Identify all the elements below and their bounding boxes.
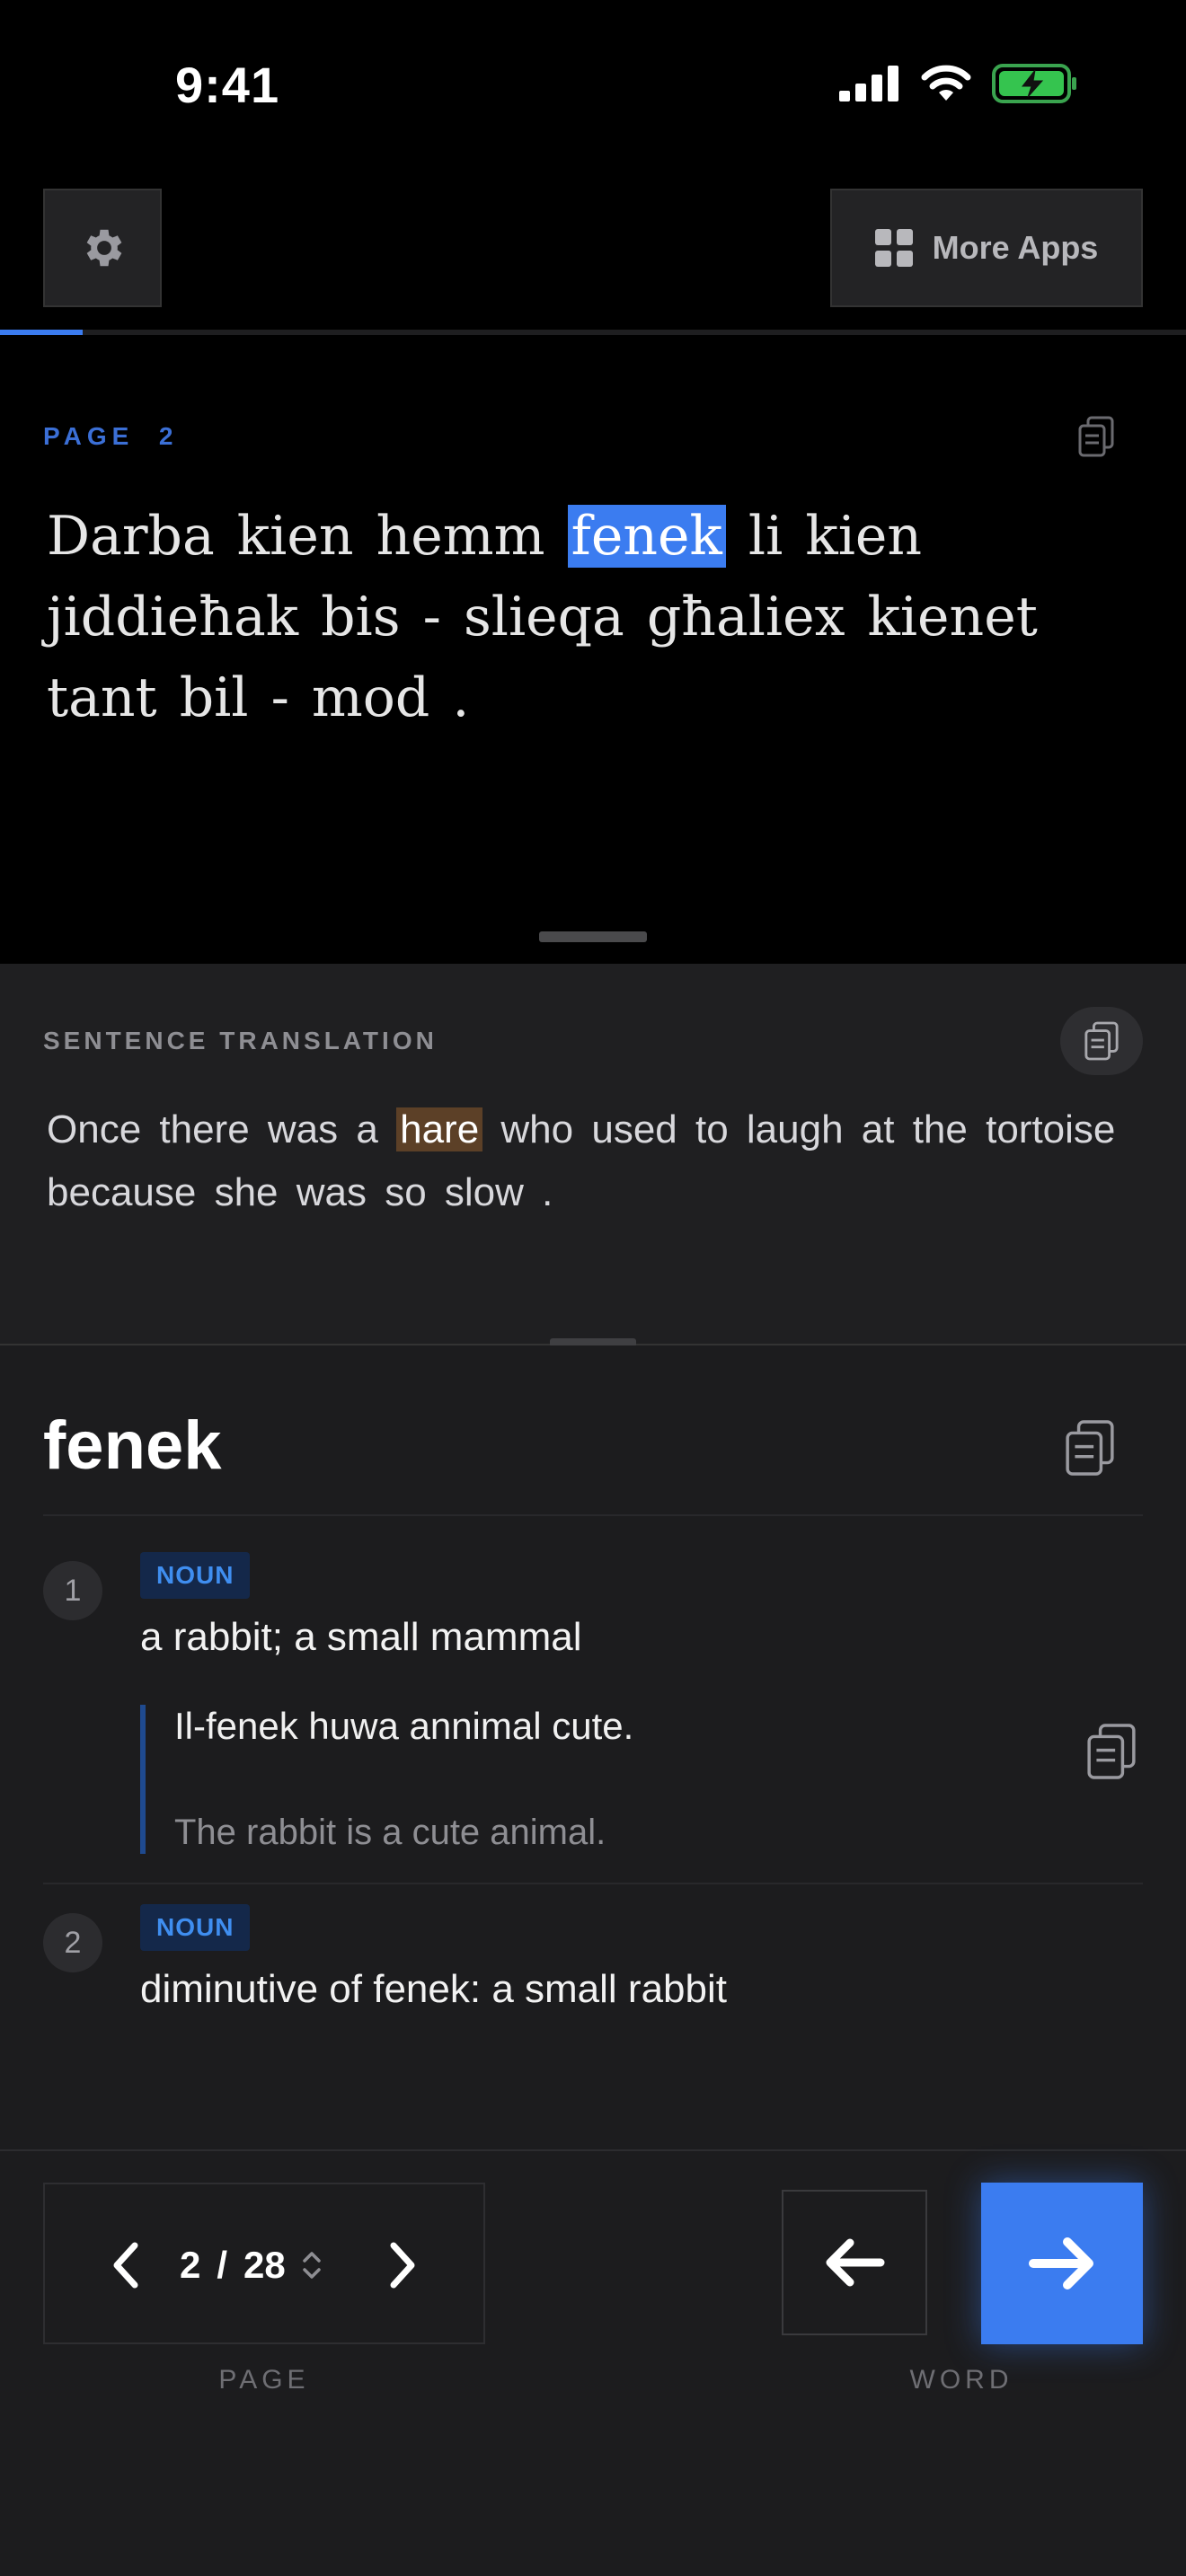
status-bar: 9:41 bbox=[0, 0, 1186, 171]
battery-charging-icon bbox=[992, 64, 1076, 103]
page-separator: / bbox=[217, 2244, 228, 2286]
pager-label: PAGE bbox=[218, 2365, 310, 2395]
page-selector[interactable]: 2 / 28 bbox=[180, 2238, 359, 2292]
part-of-speech-badge: NOUN bbox=[140, 1552, 251, 1599]
chevron-left-icon bbox=[113, 2242, 138, 2289]
previous-word-button[interactable] bbox=[782, 2190, 927, 2335]
translation-panel: SENTENCE TRANSLATION Once there was a ha… bbox=[0, 964, 1186, 1347]
sense-number: 1 bbox=[43, 1561, 102, 1620]
current-page-number: 2 bbox=[180, 2244, 201, 2286]
bottom-navigation: 2 / 28 PAGE WORD bbox=[0, 2149, 1186, 2576]
status-time: 9:41 bbox=[175, 57, 280, 113]
source-sentence: Darba kien hemm fenek li kien jiddieħak … bbox=[47, 496, 1143, 738]
total-pages: 28 bbox=[243, 2244, 286, 2286]
translation-text: Once there was a hare who used to laugh … bbox=[47, 1098, 1125, 1224]
page-pager: 2 / 28 bbox=[43, 2183, 485, 2344]
page-label: PAGE 2 bbox=[43, 422, 179, 450]
arrow-left-icon bbox=[826, 2238, 885, 2287]
wifi-icon bbox=[921, 65, 971, 101]
dictionary-separator bbox=[43, 1883, 1143, 1884]
grid-apps-icon bbox=[874, 229, 913, 267]
arrow-right-icon bbox=[1029, 2237, 1093, 2289]
settings-button[interactable] bbox=[43, 189, 162, 307]
dictionary-headword: fenek bbox=[43, 1407, 222, 1484]
dictionary-panel: fenek 1 NOUN a rabbit; a small mammal Il… bbox=[0, 1345, 1186, 2149]
dictionary-separator bbox=[43, 1514, 1143, 1516]
copy-icon bbox=[1066, 1420, 1114, 1476]
sense-definition: diminutive of fenek: a small rabbit bbox=[140, 1967, 727, 2011]
cellular-signal-icon bbox=[839, 66, 898, 101]
bottom-nav-divider bbox=[0, 2149, 1186, 2151]
gear-icon bbox=[86, 229, 122, 267]
reading-progress-fill bbox=[0, 330, 84, 335]
sentence-text-before[interactable]: Darba kien hemm bbox=[47, 505, 545, 568]
status-icons bbox=[839, 63, 1078, 104]
next-word-button[interactable] bbox=[981, 2183, 1143, 2344]
next-page-button[interactable] bbox=[367, 2229, 438, 2301]
word-nav-label: WORD bbox=[909, 2365, 1013, 2395]
translation-label: SENTENCE TRANSLATION bbox=[43, 1027, 438, 1054]
example-translation: The rabbit is a cute animal. bbox=[174, 1813, 606, 1852]
example-sentence: Il-fenek huwa annimal cute. bbox=[174, 1705, 634, 1747]
more-apps-label: More Apps bbox=[932, 229, 1099, 266]
sense-number: 2 bbox=[43, 1913, 102, 1972]
copy-page-button[interactable] bbox=[1071, 411, 1121, 462]
copy-headword-button[interactable] bbox=[1058, 1414, 1121, 1482]
translation-highlighted-word: hare bbox=[396, 1107, 483, 1151]
copy-icon bbox=[1084, 1021, 1119, 1061]
reading-progress-bar bbox=[0, 330, 1186, 335]
chevron-right-icon bbox=[390, 2242, 415, 2289]
copy-example-button[interactable] bbox=[1080, 1717, 1143, 1786]
translation-text-before: Once there was a bbox=[47, 1107, 378, 1151]
selected-word[interactable]: fenek bbox=[567, 505, 726, 568]
definition-sense: 2 NOUN diminutive of fenek: a small rabb… bbox=[43, 1904, 1143, 2048]
chevron-up-down-icon bbox=[303, 2252, 321, 2279]
sheet-drag-handle[interactable] bbox=[539, 931, 647, 942]
previous-page-button[interactable] bbox=[90, 2229, 162, 2301]
part-of-speech-badge: NOUN bbox=[140, 1904, 251, 1951]
copy-icon bbox=[1087, 1724, 1136, 1779]
more-apps-button[interactable]: More Apps bbox=[830, 189, 1143, 307]
copy-translation-button[interactable] bbox=[1060, 1007, 1143, 1075]
copy-icon bbox=[1078, 416, 1114, 457]
definition-sense: 1 NOUN a rabbit; a small mammal Il-fenek… bbox=[43, 1552, 1143, 1857]
sense-definition: a rabbit; a small mammal bbox=[140, 1615, 582, 1659]
example-block: Il-fenek huwa annimal cute. The rabbit i… bbox=[140, 1705, 1143, 1854]
